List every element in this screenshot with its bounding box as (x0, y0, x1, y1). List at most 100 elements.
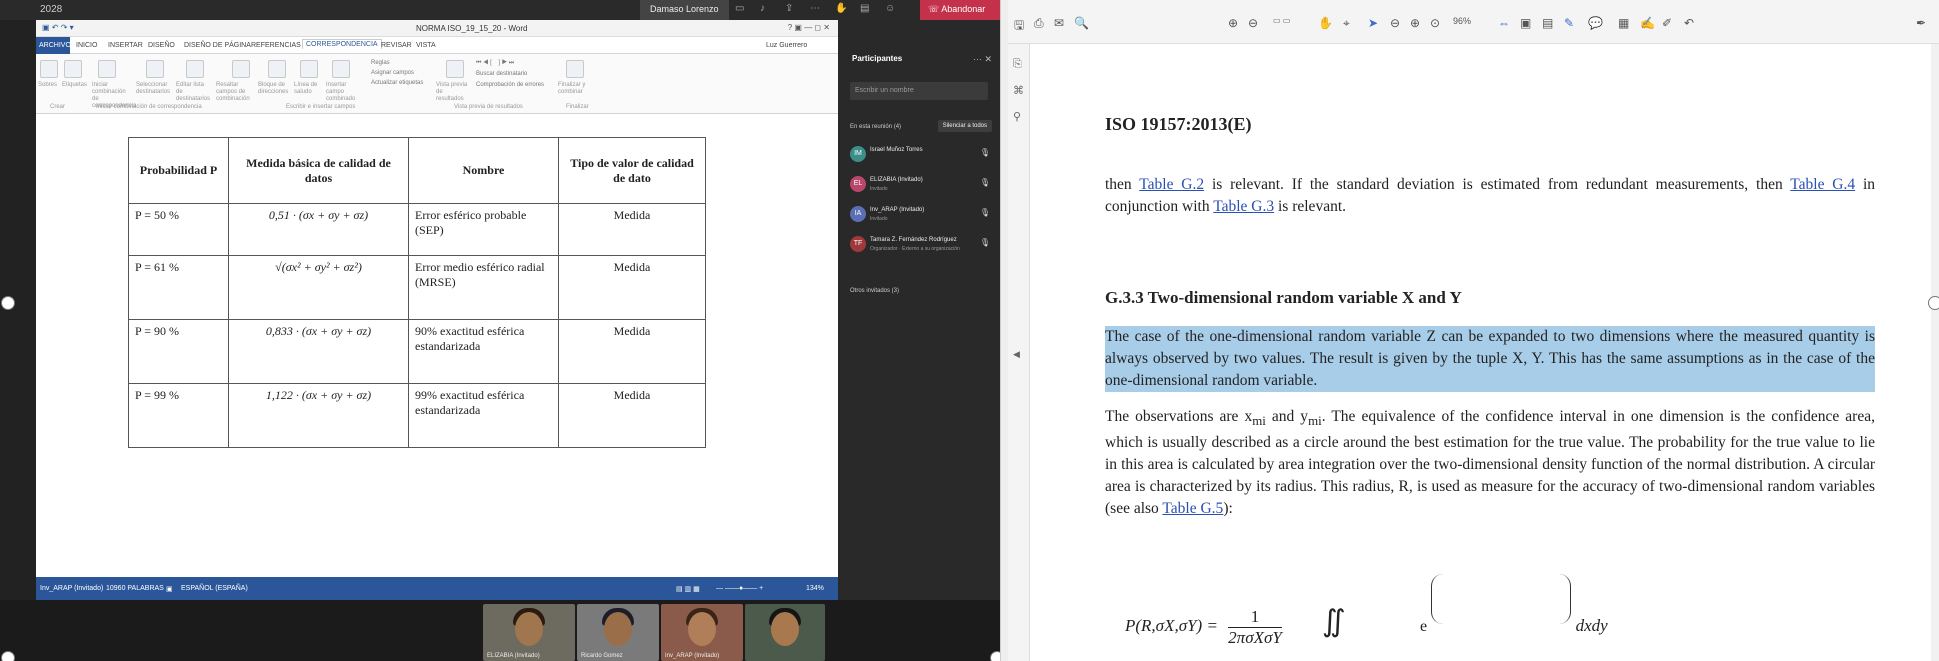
tab-correspondencia[interactable]: CORRESPONDENCIA (302, 39, 382, 49)
video-tile[interactable]: Ricardo Gomez (577, 604, 659, 661)
attachments-icon[interactable]: ⎘ (1013, 58, 1022, 71)
tab-inicio[interactable]: INICIO (76, 42, 97, 49)
resaltar-campos-icon[interactable] (232, 60, 250, 78)
finalizar-icon[interactable] (566, 60, 584, 78)
tab-insertar[interactable]: INSERTAR (108, 42, 143, 49)
chat-icon[interactable]: ▤ (860, 3, 869, 14)
share-icon[interactable]: ⇪ (785, 3, 793, 14)
vista-previa-label[interactable]: Vista previa de resultados (436, 82, 470, 103)
record-nav[interactable]: ⏮ ◀ [ ] ▶ ⏭ (476, 58, 544, 69)
fit-width-icon[interactable]: ⇔ (1498, 16, 1510, 30)
sign-icon[interactable]: ✒ (1916, 16, 1926, 30)
resize-handle[interactable] (1, 651, 15, 661)
zoom-icon[interactable]: ⊙ (1430, 16, 1440, 30)
page-up-icon[interactable]: ⊕ (1228, 16, 1238, 30)
seleccionar-destinatarios-label[interactable]: Seleccionar destinatarios (136, 82, 172, 96)
table-g3-link[interactable]: Table G.3 (1213, 198, 1274, 215)
linea-saludo-icon[interactable] (300, 60, 318, 78)
linea-saludo-label[interactable]: Línea de saludo (294, 82, 324, 96)
fit-page-icon[interactable]: ▣ (1520, 16, 1531, 30)
zoom-out-icon[interactable]: ⊖ (1390, 16, 1400, 30)
insertar-campo-label[interactable]: Insertar campo combinado (326, 82, 362, 103)
search-icon[interactable]: 🔍 (1074, 16, 1089, 30)
meeting-user-name[interactable]: Damaso Lorenzo (640, 0, 729, 20)
split-divider[interactable] (1000, 0, 1008, 661)
video-tile[interactable] (745, 604, 825, 661)
video-tile[interactable]: Inv_ARAP (Invitado) (661, 604, 743, 661)
draw-icon[interactable]: ✐ (1662, 16, 1672, 30)
page-number[interactable]: ▭ ▭ (1273, 16, 1290, 25)
actualizar-etiquetas-button[interactable]: Actualizar etiquetas (371, 78, 423, 88)
participant-search-input[interactable]: Escribir un nombre (850, 82, 988, 100)
tab-referencias[interactable]: REFERENCIAS (251, 42, 301, 49)
document-area[interactable]: Probabilidad P Medida básica de calidad … (36, 135, 838, 577)
bloque-direcciones-label[interactable]: Bloque de direcciones (258, 82, 292, 96)
table-g2-link[interactable]: Table G.2 (1139, 176, 1204, 193)
window-controls[interactable]: ? ▣ — ◻ ✕ (788, 23, 830, 32)
participant-item[interactable]: EL ELIZABIA (Invitado) Invitado 🎙 (850, 174, 990, 200)
bookmarks-icon[interactable]: ⌘ (1013, 84, 1024, 97)
quick-access-icons[interactable]: ▣ ↶ ↷ ▾ (42, 23, 74, 32)
comment-icon[interactable]: 💬 (1588, 16, 1603, 30)
leave-button[interactable]: ☏ Abandonar (920, 0, 1000, 20)
video-tile[interactable]: ELIZABIA (Invitado) (483, 604, 575, 661)
reglas-button[interactable]: Reglas (371, 58, 423, 68)
link-icon[interactable]: ⚲ (1013, 110, 1021, 123)
participant-item[interactable]: IA Inv_ARAP (Invitado) Invitado 🎙 (850, 204, 990, 230)
hand-tool-icon[interactable]: ✋ (1318, 16, 1333, 30)
pointer-icon[interactable]: ➤ (1368, 16, 1378, 30)
stamp-icon[interactable]: ▦ (1618, 16, 1629, 30)
comprobacion-errores-button[interactable]: Comprobación de errores (476, 80, 544, 91)
undo-icon[interactable]: ↶ (1684, 16, 1694, 30)
seleccionar-destinatarios-icon[interactable] (146, 60, 164, 78)
page-down-icon[interactable]: ⊖ (1248, 16, 1258, 30)
view-mode-icons[interactable]: ▤ ▥ ▦ (676, 585, 700, 593)
in-meeting-header[interactable]: En esta reunión (4) (850, 124, 901, 130)
status-language[interactable]: ESPAÑOL (ESPAÑA) (181, 585, 248, 592)
editar-lista-icon[interactable] (186, 60, 204, 78)
asignar-campos-button[interactable]: Asignar campos (371, 68, 423, 78)
mic-icon[interactable]: ♪ (760, 3, 765, 14)
buscar-destinatario-button[interactable]: Buscar destinatario (476, 69, 544, 80)
sobres-icon[interactable] (40, 60, 58, 78)
mute-all-button[interactable]: Silenciar a todos (937, 120, 992, 132)
tab-revisar[interactable]: REVISAR (381, 42, 412, 49)
status-words[interactable]: 10960 PALABRAS (106, 585, 164, 592)
pdf-page[interactable]: ISO 19157:2013(E) then Table G.2 is rele… (1030, 44, 1939, 661)
etiquetas-label[interactable]: Etiquetas (62, 82, 88, 89)
zoom-slider[interactable]: — ——●—— + (716, 585, 763, 592)
resize-handle[interactable] (1928, 296, 1939, 310)
collapse-panel-icon[interactable]: ◀ (1013, 349, 1020, 360)
select-icon[interactable]: ⌖ (1343, 16, 1350, 31)
sobres-label[interactable]: Sobres (38, 82, 62, 89)
pen-icon[interactable]: ✍ (1640, 16, 1655, 30)
participant-item[interactable]: TF Tamara Z. Fernández Rodríguez Organiz… (850, 234, 990, 260)
tab-diseno[interactable]: DISEÑO (148, 42, 175, 49)
highlighted-paragraph[interactable]: The case of the one-dimensional random v… (1105, 326, 1875, 392)
hand-icon[interactable]: ✋ (835, 3, 847, 14)
tab-diseno-pagina[interactable]: DISEÑO DE PÁGINA (184, 42, 251, 49)
pdf-scrollbar[interactable] (1931, 44, 1939, 661)
finalizar-label[interactable]: Finalizar y combinar (558, 82, 594, 96)
close-panel-icon[interactable]: ··· ✕ (973, 54, 992, 65)
tab-vista[interactable]: VISTA (416, 42, 436, 49)
other-invitees[interactable]: Otros invitados (3) (850, 288, 899, 294)
print-icon[interactable]: ⎙ (1034, 16, 1044, 31)
email-icon[interactable]: ✉ (1054, 16, 1064, 30)
people-icon[interactable]: ☺ (885, 3, 895, 14)
tab-archivo[interactable]: ARCHIVO (36, 37, 71, 54)
rotate-icon[interactable]: ▤ (1542, 16, 1553, 30)
participant-item[interactable]: IM Israel Muñoz Torres 🎙 (850, 144, 990, 170)
proofing-icon[interactable]: ▣ (166, 585, 173, 593)
table-g5-link[interactable]: Table G.5 (1162, 500, 1223, 517)
zoom-in-icon[interactable]: ⊕ (1410, 16, 1420, 30)
etiquetas-icon[interactable] (64, 60, 82, 78)
more-icon[interactable]: ⋯ (810, 3, 820, 14)
bloque-direcciones-icon[interactable] (268, 60, 286, 78)
highlight-icon[interactable]: ✎ (1564, 16, 1574, 30)
insertar-campo-icon[interactable] (332, 60, 350, 78)
zoom-level[interactable]: 96% (1453, 16, 1471, 26)
editar-lista-label[interactable]: Editar lista de destinatarios (176, 82, 212, 103)
status-zoom[interactable]: 134% (806, 585, 824, 592)
resaltar-campos-label[interactable]: Resaltar campos de combinación (216, 82, 254, 103)
